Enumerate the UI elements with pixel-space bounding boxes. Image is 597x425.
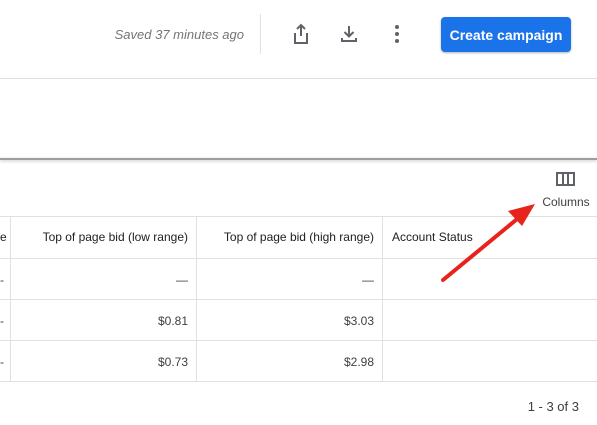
section-divider [0,158,597,160]
pagination-summary: 1 - 3 of 3 [527,399,579,414]
low-bid-cell: $0.81 [157,314,188,328]
keyword-table: e Top of page bid (low range) Top of pag… [0,216,597,382]
row-divider [0,299,597,300]
more-options-button[interactable] [383,20,411,48]
low-bid-cell: $0.73 [157,355,188,369]
partial-cell: - [0,355,4,369]
header-divider [0,258,597,259]
content-area [0,80,597,158]
header-top-of-page-bid-high[interactable]: Top of page bid (high range) [198,217,374,258]
columns-label: Columns [542,195,590,209]
low-bid-cell: — [176,273,188,287]
top-toolbar: Saved 37 minutes ago Create campaign [0,0,597,79]
more-vert-icon [395,25,399,43]
share-icon [294,23,308,44]
create-campaign-button[interactable]: Create campaign [441,17,571,52]
partial-cell: - [0,273,4,287]
share-button[interactable] [287,20,315,48]
header-top-of-page-bid-low[interactable]: Top of page bid (low range) [12,217,188,258]
columns-icon [556,172,575,186]
header-account-status[interactable]: Account Status [392,217,592,258]
download-icon [341,26,357,42]
high-bid-cell: $2.98 [343,355,374,369]
columns-button[interactable]: Columns [536,170,596,212]
saved-status: Saved 37 minutes ago [114,27,244,42]
download-button[interactable] [335,20,363,48]
partial-cell: - [0,314,4,328]
high-bid-cell: — [362,273,374,287]
row-divider [0,340,597,341]
partial-column-header[interactable]: e [0,217,8,258]
high-bid-cell: $3.03 [343,314,374,328]
toolbar-divider [260,14,261,54]
